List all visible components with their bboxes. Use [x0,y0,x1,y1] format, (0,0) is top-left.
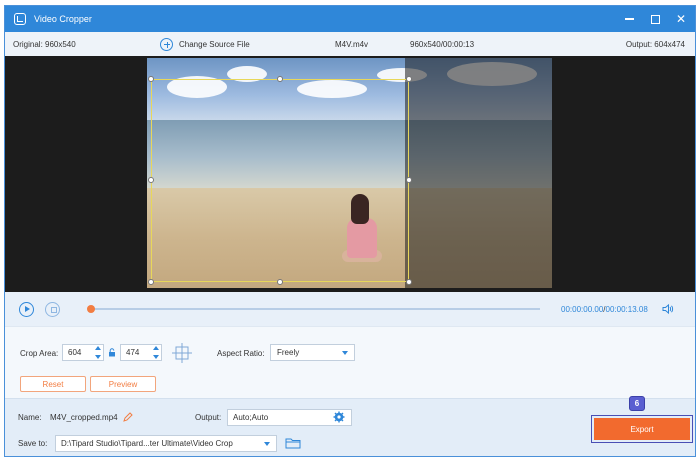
window-controls: ✕ [623,6,687,32]
progress-thumb[interactable] [87,305,95,313]
crop-selection-box[interactable] [148,76,412,285]
video-preview-area [5,56,695,292]
time-display: 00:00:00.00/00:00:13.08 [561,305,648,314]
decrement-icon[interactable] [152,355,159,359]
progress-track[interactable] [90,308,540,310]
close-button[interactable]: ✕ [675,13,687,25]
aspect-ratio-label: Aspect Ratio: [217,349,265,358]
increment-icon[interactable] [94,346,101,350]
crop-width-value: 604 [68,348,82,357]
crop-handle-top[interactable] [277,76,283,82]
minimize-icon [624,18,634,20]
output-resolution: Output: 604x474 [625,39,685,49]
output-settings-panel: Name: M4V_cropped.mp4 Output: Auto;Auto … [5,396,695,456]
crop-area-label: Crop Area: [20,349,59,358]
title-bar: Video Cropper ✕ [5,6,695,32]
crop-height-input[interactable]: 474 [120,344,162,361]
minimize-button[interactable] [623,13,635,25]
change-source-button[interactable]: Change Source File [160,37,250,51]
output-format-value: Auto;Auto [233,413,269,422]
step-badge: 6 [629,396,645,411]
total-time: 00:00:13.08 [605,304,648,314]
maximize-button[interactable] [649,13,661,25]
decrement-icon[interactable] [94,355,101,359]
maximize-icon [650,14,660,24]
crop-height-stepper [152,346,159,359]
source-filename: M4V.m4v [335,39,369,49]
chevron-down-icon [264,442,270,446]
crop-handle-right[interactable] [406,177,412,183]
volume-icon[interactable] [662,303,674,315]
current-time: 00:00:00.00 [561,304,604,314]
video-cropper-window: Video Cropper ✕ Original: 960x540 Change… [4,5,696,457]
play-button[interactable] [19,301,34,317]
close-icon: ✕ [675,12,687,26]
gear-icon[interactable] [333,411,345,423]
export-highlight: Export [591,415,693,443]
edit-pencil-icon[interactable] [123,412,133,422]
preview-button[interactable]: Preview [90,376,156,392]
lock-icon[interactable] [108,348,116,357]
chevron-down-icon [342,351,348,355]
name-label: Name: [18,413,42,422]
app-icon [14,13,26,25]
add-circle-icon [160,37,173,51]
playback-bar: 00:00:00.00/00:00:13.08 [5,292,695,326]
info-bar: Original: 960x540 Change Source File M4V… [5,32,695,56]
source-meta: 960x540/00:00:13 [410,39,475,49]
output-label: Output: [195,413,222,422]
export-button[interactable]: Export [594,418,690,440]
crop-height-value: 474 [126,348,140,357]
window-title: Video Cropper [34,14,92,24]
crop-controls-panel: Crop Area: 604 474 Aspect Ratio: Freely [5,326,695,404]
aspect-ratio-dropdown[interactable]: Freely [270,344,355,361]
folder-icon[interactable] [285,437,301,449]
crop-handle-top-left[interactable] [148,76,154,82]
stop-button[interactable] [45,301,60,317]
original-resolution: Original: 960x540 [13,39,76,49]
crop-handle-bottom[interactable] [277,279,283,285]
crop-handle-left[interactable] [148,177,154,183]
crop-handle-bottom-right[interactable] [406,279,412,285]
save-path-dropdown[interactable]: D:\Tipard Studio\Tipard...ter Ultimate\V… [55,435,277,452]
crop-handle-top-right[interactable] [406,76,412,82]
save-to-label: Save to: [18,439,48,448]
center-crop-icon[interactable] [171,342,193,364]
reset-button[interactable]: Reset [20,376,86,392]
save-path-value: D:\Tipard Studio\Tipard...ter Ultimate\V… [61,439,233,448]
change-source-label: Change Source File [179,39,250,49]
aspect-ratio-value: Freely [277,348,300,357]
increment-icon[interactable] [152,346,159,350]
crop-handle-bottom-left[interactable] [148,279,154,285]
crop-width-input[interactable]: 604 [62,344,104,361]
crop-outside-dim-overlay [405,58,552,288]
output-filename: M4V_cropped.mp4 [50,413,118,422]
crop-width-stepper [94,346,101,359]
